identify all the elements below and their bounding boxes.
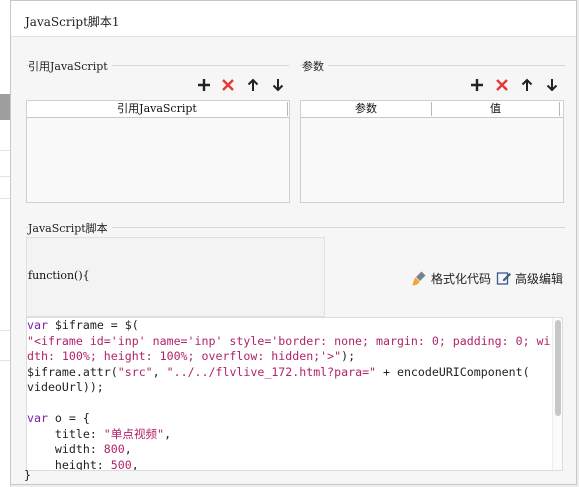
column-separator <box>287 102 288 116</box>
background-divider <box>0 198 10 199</box>
format-code-button[interactable]: 格式化代码 <box>410 269 491 287</box>
ref-column-header[interactable]: 引用JavaScript <box>27 101 287 117</box>
code-editor[interactable]: var $iframe = $("<iframe id='inp' name='… <box>26 317 563 471</box>
code-line: "<iframe id='inp' name='inp' style='bord… <box>27 334 551 350</box>
ref-move-up-button[interactable] <box>243 75 263 95</box>
code-token: var <box>27 411 48 425</box>
code-token: "src" <box>117 364 153 379</box>
param-name-column-header[interactable]: 参数 <box>301 101 431 117</box>
code-token: "单点视频" <box>103 426 165 441</box>
param-group-divider <box>300 65 565 66</box>
code-token: $iframe = $( <box>47 318 139 332</box>
code-line: height: 500, <box>27 457 551 471</box>
arrow-up-icon <box>247 78 259 91</box>
code-token: , <box>152 364 167 379</box>
code-token: + encodeURIComponent( <box>376 364 530 379</box>
background-divider <box>0 176 10 177</box>
background-divider <box>0 330 10 331</box>
arrow-down-icon <box>546 79 558 92</box>
background-divider <box>0 360 10 361</box>
param-table[interactable]: 参数 值 <box>300 100 564 203</box>
function-closing-brace: } <box>24 468 31 482</box>
code-token: dth: 100%; height: 100%; overflow: hidde… <box>27 349 342 363</box>
code-token: ); <box>341 349 356 363</box>
advanced-edit-button[interactable]: 高级编辑 <box>496 269 563 287</box>
code-line: var o = { <box>27 411 551 427</box>
code-token: 800 <box>103 442 125 456</box>
code-line: $iframe.attr("src", "../../flvlive_172.h… <box>27 365 551 381</box>
code-token: 500 <box>110 457 132 471</box>
code-token: "../../flvlive_172.html?para=" <box>166 364 377 379</box>
editor-scrollbar-thumb[interactable] <box>555 320 561 416</box>
code-token: width: <box>27 442 104 456</box>
param-delete-button[interactable] <box>492 75 512 95</box>
dialog-titlebar: JavaScript脚本1 <box>11 1 576 37</box>
code-token: videoUrl)); <box>27 380 104 394</box>
brush-icon <box>412 271 426 286</box>
column-separator <box>559 102 560 116</box>
code-line: width: 800, <box>27 442 551 458</box>
code-token: o = { <box>47 411 90 425</box>
delete-icon <box>222 79 234 91</box>
add-icon <box>198 79 210 91</box>
code-token: title: <box>27 426 104 441</box>
ref-delete-button[interactable] <box>218 75 238 95</box>
javascript-dialog: JavaScript脚本1 引用JavaScript 引用JavaScript … <box>10 0 577 485</box>
param-value-column-header[interactable]: 值 <box>432 101 559 117</box>
dialog-title: JavaScript脚本1 <box>25 15 120 29</box>
background-divider <box>0 150 10 151</box>
editor-scrollbar[interactable] <box>552 318 562 470</box>
advanced-edit-label: 高级编辑 <box>515 271 564 286</box>
param-move-up-button[interactable] <box>517 75 537 95</box>
function-header-box: function(){ <box>26 237 325 317</box>
param-add-button[interactable] <box>467 75 487 95</box>
param-table-header: 参数 值 <box>301 101 563 118</box>
param-group-label: 参数 <box>302 58 328 74</box>
param-move-down-button[interactable] <box>542 75 562 95</box>
script-group-label: JavaScript脚本 <box>28 220 112 236</box>
code-token: height: <box>27 457 111 471</box>
code-line: videoUrl)); <box>27 380 551 396</box>
arrow-up-icon <box>521 78 533 91</box>
code-line: var $iframe = $( <box>27 318 551 334</box>
arrow-down-icon <box>272 79 284 92</box>
format-code-label: 格式化代码 <box>431 271 492 286</box>
code-token: $iframe.attr( <box>27 364 118 379</box>
code-token: "<iframe id='inp' name='inp' style='bord… <box>27 333 551 348</box>
code-line: title: "单点视频", <box>27 427 551 443</box>
edit-icon <box>496 272 511 285</box>
code-line: dth: 100%; height: 100%; overflow: hidde… <box>27 349 551 365</box>
delete-icon <box>496 79 508 91</box>
code-token: , <box>124 442 132 456</box>
ref-table[interactable]: 引用JavaScript <box>26 100 290 203</box>
ref-group-label: 引用JavaScript <box>28 58 112 74</box>
function-header: function(){ <box>28 269 90 282</box>
ref-add-button[interactable] <box>194 75 214 95</box>
code-token: , <box>164 426 172 441</box>
code-token: , <box>131 457 139 471</box>
code-content[interactable]: var $iframe = $("<iframe id='inp' name='… <box>27 318 551 471</box>
add-icon <box>471 79 483 91</box>
code-token: var <box>27 318 48 332</box>
ref-table-header: 引用JavaScript <box>27 101 289 118</box>
background-selection-marker <box>0 94 10 120</box>
ref-move-down-button[interactable] <box>268 75 288 95</box>
